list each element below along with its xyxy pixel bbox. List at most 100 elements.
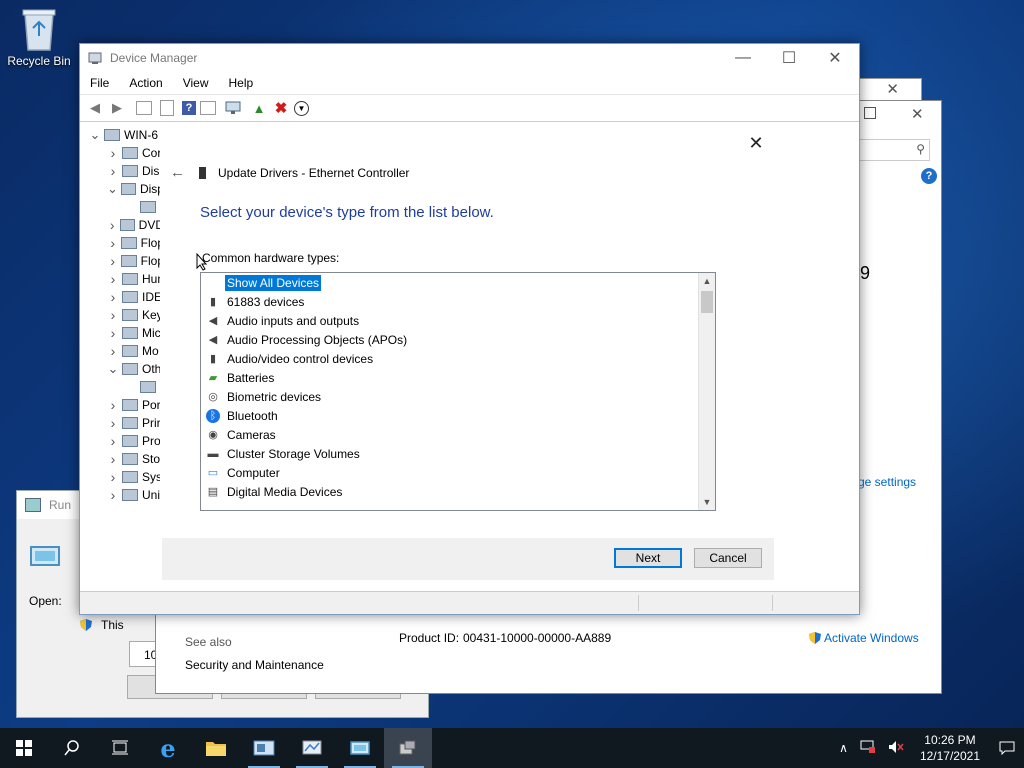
- tree-item[interactable]: › Mo: [80, 342, 164, 360]
- next-button[interactable]: Next: [614, 548, 682, 568]
- clock[interactable]: 10:26 PM 12/17/2021: [920, 732, 980, 764]
- chevron-right-icon[interactable]: ›: [106, 271, 120, 287]
- close-icon[interactable]: ✕: [911, 105, 924, 123]
- chevron-right-icon[interactable]: ›: [106, 415, 120, 431]
- chevron-right-icon[interactable]: ›: [106, 487, 120, 503]
- chevron-up-icon[interactable]: ∧: [839, 741, 848, 755]
- tree-item[interactable]: › Disl: [80, 162, 164, 180]
- taskbar-run[interactable]: [336, 728, 384, 768]
- menu-action[interactable]: Action: [119, 76, 172, 90]
- tree-item[interactable]: ⌄ Oth: [80, 360, 164, 378]
- scroll-up-icon[interactable]: ▲: [699, 273, 715, 289]
- tree-item[interactable]: › Flop: [80, 234, 164, 252]
- notification-icon[interactable]: [990, 728, 1024, 768]
- tree-item[interactable]: [80, 198, 164, 216]
- hardware-type-item[interactable]: ▰ Batteries: [201, 368, 715, 387]
- network-icon[interactable]: [860, 740, 876, 757]
- tree-item[interactable]: › Por: [80, 396, 164, 414]
- chevron-right-icon[interactable]: ›: [106, 343, 120, 359]
- tree-item[interactable]: › Flop: [80, 252, 164, 270]
- activate-windows-link[interactable]: Activate Windows: [824, 631, 919, 645]
- help-book-icon[interactable]: ?: [182, 101, 196, 115]
- properties-grid-icon[interactable]: [136, 101, 152, 115]
- security-maintenance-link[interactable]: Security and Maintenance: [185, 658, 324, 672]
- scroll-thumb[interactable]: [701, 291, 713, 313]
- back-arrow-icon[interactable]: ◀: [86, 99, 104, 117]
- minimize-icon[interactable]: —: [720, 44, 766, 72]
- hardware-type-item[interactable]: ᛒ Bluetooth: [201, 406, 715, 425]
- tree-item[interactable]: › DVD: [80, 216, 164, 234]
- cancel-button[interactable]: Cancel: [694, 548, 762, 568]
- search-box[interactable]: ⚲: [856, 139, 930, 161]
- chevron-right-icon[interactable]: ›: [106, 469, 120, 485]
- chevron-right-icon[interactable]: ›: [106, 433, 120, 449]
- hardware-type-item[interactable]: ◀ Audio Processing Objects (APOs): [201, 330, 715, 349]
- tree-item[interactable]: › Prir: [80, 414, 164, 432]
- forward-arrow-icon[interactable]: ▶: [108, 99, 126, 117]
- tree-item[interactable]: › Uni: [80, 486, 164, 504]
- change-settings-link[interactable]: ge settings: [858, 475, 916, 489]
- chevron-right-icon[interactable]: ›: [106, 451, 120, 467]
- hardware-types-list[interactable]: Show All Devices ▮ 61883 devices ◀ Audio inp…: [200, 272, 716, 511]
- chevron-down-icon[interactable]: ⌄: [106, 181, 119, 197]
- scroll-down-icon[interactable]: ▼: [699, 494, 715, 510]
- taskbar-internet-explorer[interactable]: e: [144, 728, 192, 768]
- tree-item[interactable]: › Pro: [80, 432, 164, 450]
- taskbar-device-manager[interactable]: [384, 728, 432, 768]
- hardware-type-item[interactable]: ◎ Biometric devices: [201, 387, 715, 406]
- tree-item[interactable]: › Cor: [80, 144, 164, 162]
- uninstall-x-icon[interactable]: ✖: [272, 99, 290, 117]
- volume-muted-icon[interactable]: [888, 740, 904, 757]
- chevron-right-icon[interactable]: ›: [106, 289, 120, 305]
- taskbar-server-manager[interactable]: [240, 728, 288, 768]
- hardware-type-item[interactable]: ◉ Cameras: [201, 425, 715, 444]
- hardware-type-item[interactable]: ▭ Computer: [201, 463, 715, 482]
- download-circle-icon[interactable]: ▼: [294, 100, 309, 116]
- task-view-button[interactable]: [96, 728, 144, 768]
- close-icon[interactable]: ✕: [812, 44, 858, 72]
- start-button[interactable]: [0, 728, 48, 768]
- close-icon[interactable]: ✕: [886, 80, 899, 98]
- chevron-right-icon[interactable]: ›: [106, 397, 120, 413]
- tree-item[interactable]: [80, 378, 164, 396]
- tree-item[interactable]: › Mic: [80, 324, 164, 342]
- activate-windows[interactable]: Activate Windows: [808, 631, 919, 645]
- hardware-type-item[interactable]: ▬ Cluster Storage Volumes: [201, 444, 715, 463]
- tree-item[interactable]: ⌄ WIN-6: [80, 126, 164, 144]
- list-view-icon[interactable]: [160, 100, 174, 116]
- maximize-icon[interactable]: [864, 107, 876, 119]
- tree-item[interactable]: › IDE: [80, 288, 164, 306]
- back-arrow-icon[interactable]: ←: [170, 164, 185, 181]
- list-scrollbar[interactable]: ▲ ▼: [698, 273, 715, 510]
- help-icon[interactable]: ?: [921, 168, 937, 184]
- monitor-scan-icon[interactable]: [224, 99, 242, 117]
- hardware-type-item[interactable]: ▮ 61883 devices: [201, 292, 715, 311]
- search-button[interactable]: [48, 728, 96, 768]
- menu-view[interactable]: View: [173, 76, 219, 90]
- hardware-type-item[interactable]: ▮ Audio/video control devices: [201, 349, 715, 368]
- chevron-right-icon[interactable]: ›: [106, 217, 118, 233]
- menu-help[interactable]: Help: [219, 76, 264, 90]
- chevron-right-icon[interactable]: ›: [106, 235, 119, 251]
- close-icon[interactable]: ✕: [746, 133, 766, 154]
- chevron-down-icon[interactable]: ⌄: [106, 361, 120, 377]
- chevron-right-icon[interactable]: ›: [106, 145, 120, 161]
- chevron-right-icon[interactable]: ›: [106, 253, 119, 269]
- taskbar-file-explorer[interactable]: [192, 728, 240, 768]
- hardware-type-item[interactable]: Show All Devices: [201, 273, 715, 292]
- tree-item[interactable]: › Sys: [80, 468, 164, 486]
- chevron-right-icon[interactable]: ›: [106, 325, 120, 341]
- tree-item[interactable]: ⌄ Disp: [80, 180, 164, 198]
- tree-item[interactable]: › Key: [80, 306, 164, 324]
- hardware-type-item[interactable]: ▤ Digital Media Devices: [201, 482, 715, 501]
- tree-item[interactable]: › Hun: [80, 270, 164, 288]
- chevron-right-icon[interactable]: ›: [106, 307, 120, 323]
- tree-item[interactable]: › Sto: [80, 450, 164, 468]
- taskbar-control-panel[interactable]: [288, 728, 336, 768]
- details-grid-icon[interactable]: [200, 101, 216, 115]
- hardware-type-item[interactable]: ◀ Audio inputs and outputs: [201, 311, 715, 330]
- maximize-icon[interactable]: ☐: [766, 44, 812, 72]
- menu-file[interactable]: File: [80, 76, 119, 90]
- recycle-bin[interactable]: Recycle Bin: [4, 6, 74, 68]
- chevron-right-icon[interactable]: ›: [106, 163, 120, 179]
